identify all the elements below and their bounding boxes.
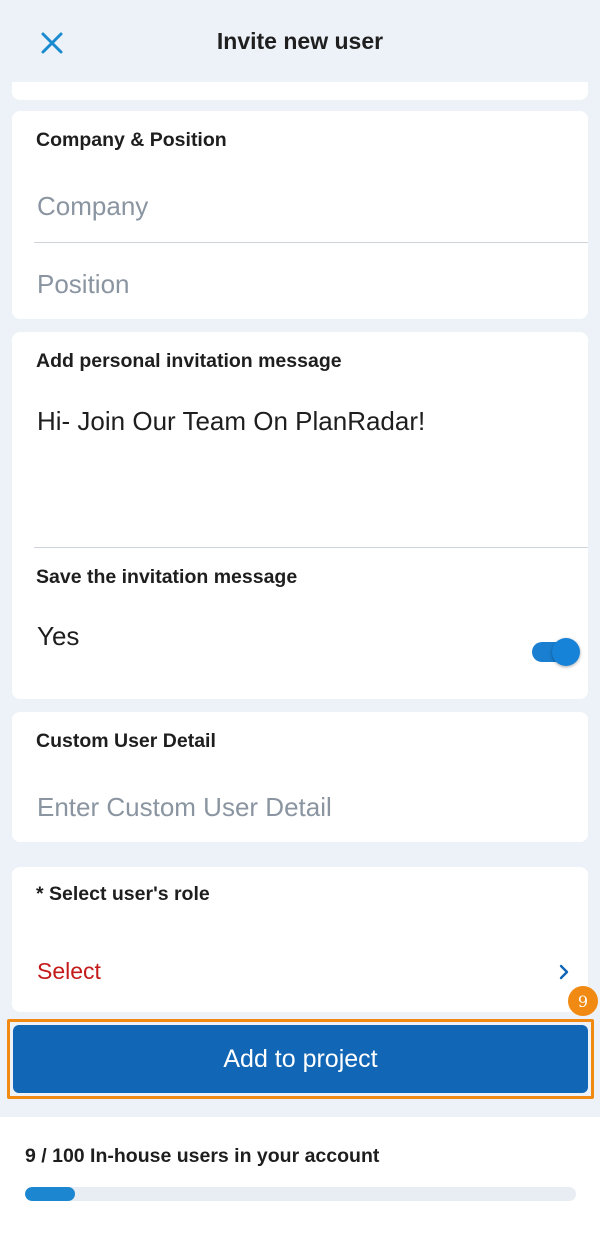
invitation-message-label: Add personal invitation message — [36, 350, 342, 372]
save-message-label: Save the invitation message — [36, 566, 298, 588]
usage-footer: 9 / 100 In-house users in your account — [0, 1117, 600, 1233]
custom-user-detail-input[interactable]: Enter Custom User Detail — [37, 792, 332, 823]
role-select[interactable]: Select — [37, 958, 101, 985]
company-divider — [34, 242, 588, 243]
company-field[interactable]: Company — [37, 191, 148, 222]
usage-text: 9 / 100 In-house users in your account — [25, 1145, 380, 1167]
company-position-card: Company & Position Company Position — [12, 111, 588, 319]
user-role-label: * Select user's role — [36, 883, 210, 905]
previous-card-bottom — [12, 82, 588, 100]
user-role-card: * Select user's role Select — [12, 867, 588, 1012]
role-select-chevron[interactable] — [554, 962, 574, 982]
chevron-right-icon — [559, 964, 569, 980]
save-message-toggle[interactable] — [532, 638, 582, 666]
message-divider — [34, 547, 588, 548]
company-position-label: Company & Position — [36, 129, 227, 151]
invitation-message-input[interactable]: Hi- Join Our Team On PlanRadar! — [37, 406, 425, 437]
toggle-thumb — [552, 638, 580, 666]
page-title: Invite new user — [216, 28, 384, 54]
usage-progress-fill — [25, 1187, 75, 1201]
usage-progress-bar — [25, 1187, 576, 1201]
custom-user-detail-card: Custom User Detail Enter Custom User Det… — [12, 712, 588, 842]
invitation-message-card: Add personal invitation message Hi- Join… — [12, 332, 588, 699]
position-field[interactable]: Position — [37, 269, 130, 300]
app-header: Invite new user — [0, 0, 600, 85]
step-badge: 9 — [568, 986, 598, 1016]
add-to-project-button[interactable]: Add to project — [13, 1025, 588, 1093]
custom-user-detail-label: Custom User Detail — [36, 730, 216, 752]
save-message-value: Yes — [37, 621, 80, 651]
